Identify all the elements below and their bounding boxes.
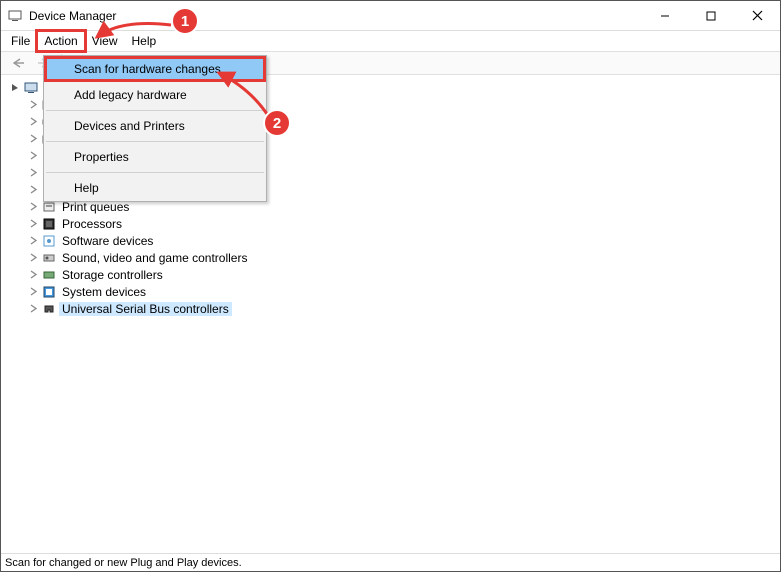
- menu-properties[interactable]: Properties: [44, 144, 266, 170]
- statusbar: Scan for changed or new Plug and Play de…: [1, 553, 780, 571]
- expand-icon[interactable]: [27, 269, 39, 281]
- expand-icon[interactable]: [27, 252, 39, 264]
- tree-row[interactable]: Sound, video and game controllers: [27, 249, 776, 266]
- tree-label[interactable]: Universal Serial Bus controllers: [59, 302, 232, 316]
- expand-icon[interactable]: [27, 184, 39, 196]
- status-text: Scan for changed or new Plug and Play de…: [5, 557, 242, 569]
- menu-help[interactable]: Help: [44, 175, 266, 201]
- expand-icon[interactable]: [27, 167, 39, 179]
- window-buttons: [642, 1, 780, 30]
- collapse-icon[interactable]: [9, 82, 21, 94]
- callout-arrow-1: [91, 19, 181, 47]
- expand-icon[interactable]: [27, 150, 39, 162]
- tree-label[interactable]: Sound, video and game controllers: [59, 251, 250, 265]
- tree-row[interactable]: System devices: [27, 283, 776, 300]
- tree-label[interactable]: Software devices: [59, 234, 156, 248]
- expand-icon[interactable]: [27, 201, 39, 213]
- expand-icon[interactable]: [27, 235, 39, 247]
- computer-icon: [23, 80, 39, 96]
- expand-icon[interactable]: [27, 133, 39, 145]
- close-button[interactable]: [734, 1, 780, 30]
- device-icon: [41, 216, 57, 232]
- dropdown-separator: [46, 172, 264, 173]
- callout-2: 2: [263, 109, 291, 137]
- device-manager-icon: [7, 8, 23, 24]
- expand-icon[interactable]: [27, 99, 39, 111]
- tree-label[interactable]: Storage controllers: [59, 268, 166, 282]
- tree-row[interactable]: Universal Serial Bus controllers: [27, 300, 776, 317]
- expand-icon[interactable]: [27, 303, 39, 315]
- maximize-button[interactable]: [688, 1, 734, 30]
- tree-label[interactable]: System devices: [59, 285, 149, 299]
- device-icon: [41, 250, 57, 266]
- back-button[interactable]: [7, 53, 29, 73]
- menu-file[interactable]: File: [5, 32, 36, 50]
- device-icon: [41, 301, 57, 317]
- device-icon: [41, 267, 57, 283]
- callout-1: 1: [171, 7, 199, 35]
- expand-icon[interactable]: [27, 116, 39, 128]
- dropdown-separator: [46, 141, 264, 142]
- expand-icon[interactable]: [27, 286, 39, 298]
- expand-icon[interactable]: [27, 218, 39, 230]
- tree-label[interactable]: Processors: [59, 217, 125, 231]
- menu-action[interactable]: Action: [38, 32, 83, 50]
- device-icon: [41, 233, 57, 249]
- tree-row[interactable]: Storage controllers: [27, 266, 776, 283]
- tree-row[interactable]: Software devices: [27, 232, 776, 249]
- device-icon: [41, 284, 57, 300]
- tree-row[interactable]: Processors: [27, 215, 776, 232]
- minimize-button[interactable]: [642, 1, 688, 30]
